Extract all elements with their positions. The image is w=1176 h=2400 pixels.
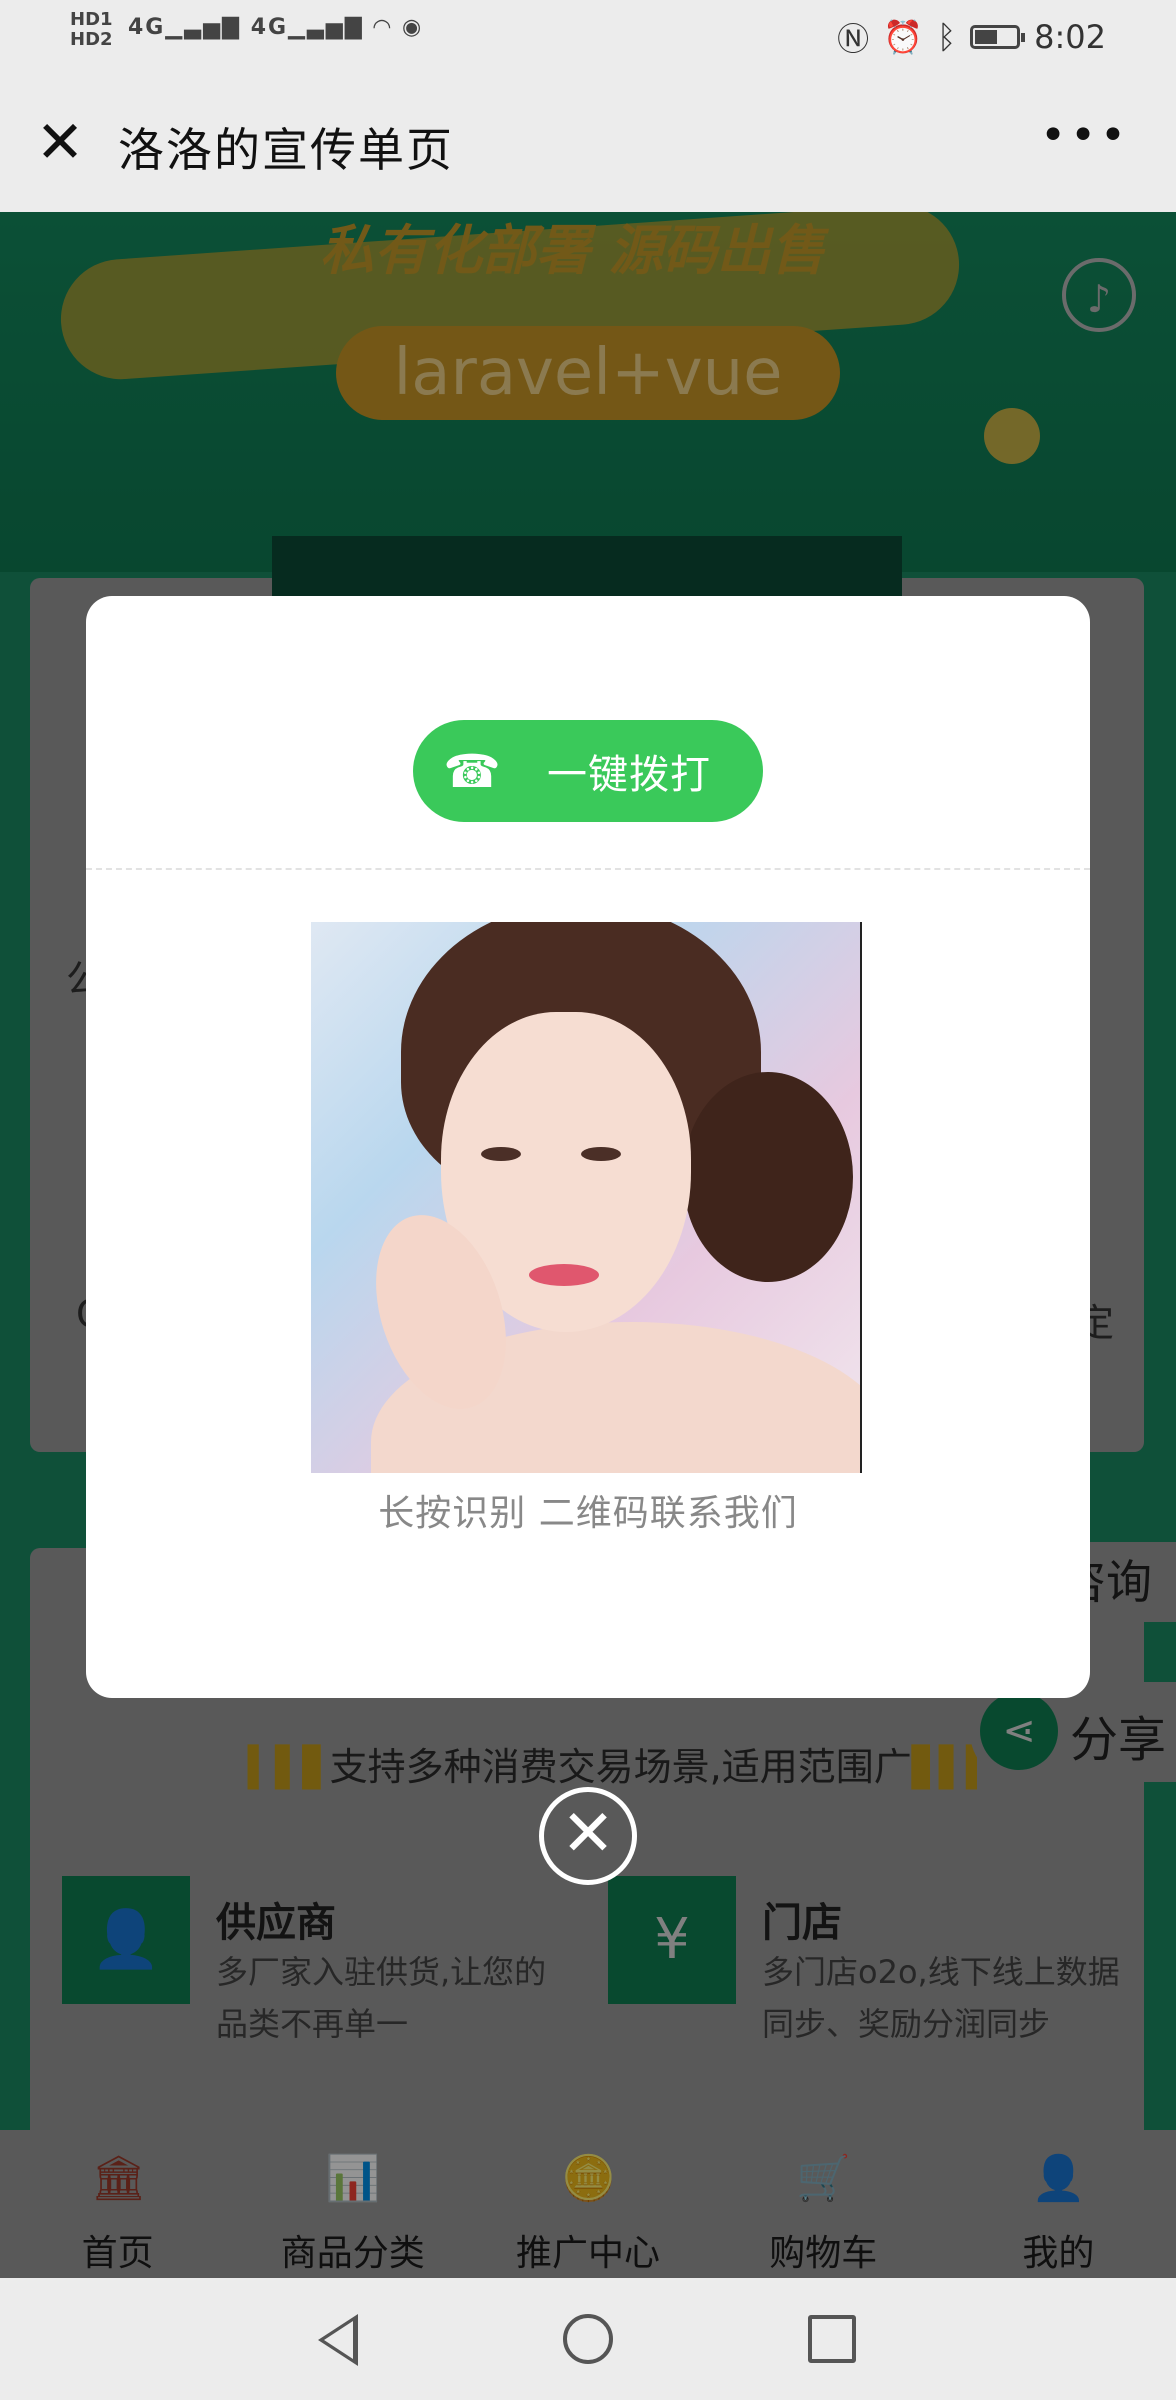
title-bar: ✕ 洛洛的宣传单页 ••• — [0, 72, 1176, 213]
signal-icon: 4G▁▃▅▇ 4G▁▃▅▇ ◠ ◉ — [128, 15, 424, 40]
status-bar: HD1 HD2 4G▁▃▅▇ 4G▁▃▅▇ ◠ ◉ Ⓝ ⏰ ᛒ 8:02 — [0, 0, 1176, 72]
signal-group: HD1 HD2 4G▁▃▅▇ 4G▁▃▅▇ ◠ ◉ — [70, 9, 421, 50]
call-button-label: 一键拨打 — [547, 752, 711, 798]
qr-caption: 长按识别 二维码联系我们 — [378, 1493, 798, 1534]
portrait-bun — [683, 1072, 853, 1282]
alarm-icon: ⏰ — [883, 18, 923, 56]
recent-apps-icon[interactable] — [808, 2315, 856, 2363]
system-nav-bar — [0, 2278, 1176, 2400]
contact-qr-image[interactable] — [311, 922, 862, 1473]
back-icon[interactable] — [318, 2314, 358, 2366]
portrait-eye — [481, 1147, 521, 1161]
nfc-icon: Ⓝ — [837, 20, 870, 58]
phone-icon: ☎ — [443, 744, 501, 798]
dialog-close-button[interactable]: ✕ — [539, 1787, 637, 1885]
status-right: Ⓝ ⏰ ᛒ 8:02 — [837, 14, 1106, 60]
contact-dialog: ☎ 一键拨打 长按识别 二维码联系我们 — [86, 596, 1090, 1698]
portrait-eye — [581, 1147, 621, 1161]
portrait-lips — [529, 1264, 599, 1286]
battery-icon — [970, 25, 1026, 49]
call-button[interactable]: ☎ 一键拨打 — [413, 720, 763, 822]
close-icon[interactable]: ✕ — [30, 112, 90, 172]
hd2-label: HD2 — [70, 29, 113, 50]
more-options-button[interactable]: ••• — [1040, 110, 1130, 161]
page-title: 洛洛的宣传单页 — [118, 123, 454, 177]
hd1-label: HD1 — [70, 9, 113, 30]
clock: 8:02 — [1034, 18, 1106, 56]
dashed-divider — [86, 868, 1090, 870]
home-icon[interactable] — [563, 2314, 613, 2364]
bluetooth-icon: ᛒ — [936, 18, 957, 56]
